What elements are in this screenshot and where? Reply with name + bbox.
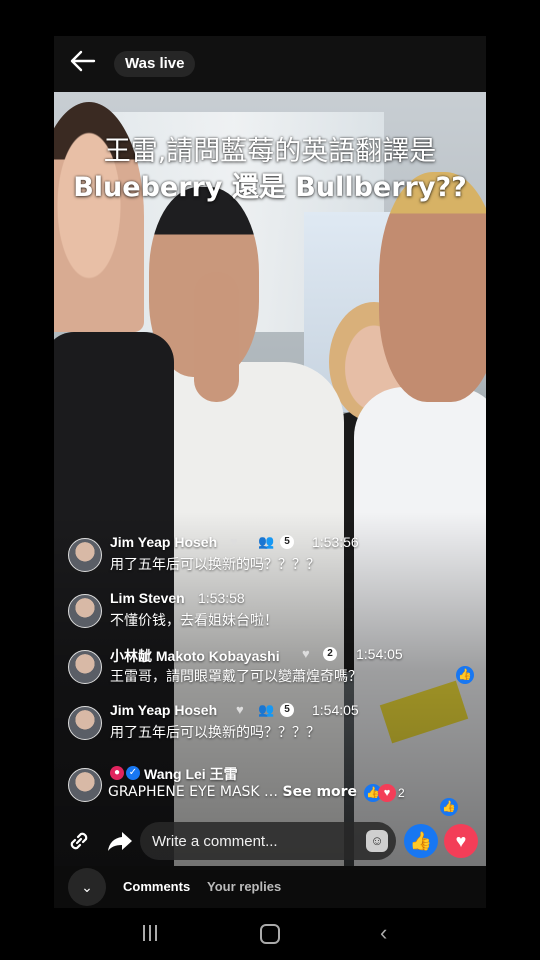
avatar[interactable] (68, 594, 102, 628)
recents-icon[interactable] (140, 924, 160, 942)
comment-time: 1:54:05 (356, 646, 403, 662)
floating-like-icon: 👍 (440, 798, 458, 816)
video-caption: 王雷,請問藍莓的英語翻譯是 Blueberry 還是 Bullberry?? (54, 134, 486, 206)
link-icon[interactable] (66, 828, 92, 854)
comment-time: 1:54:05 (312, 702, 359, 718)
avatar[interactable] (68, 706, 102, 740)
avatar[interactable] (68, 768, 102, 802)
reaction-count: 2 (398, 786, 405, 800)
comment-item[interactable]: Jim Yeap Hoseh ♥ 👥 5 1:53:56 用了五年后可以换新的吗… (68, 534, 448, 586)
comment-input[interactable] (140, 822, 396, 860)
tab-comments[interactable]: Comments (123, 879, 190, 894)
fan-badge-icon: 👥 (258, 702, 275, 717)
comment-author[interactable]: 小林龇 Makoto Kobayashi (110, 646, 280, 666)
top-bar: Was live (54, 36, 486, 92)
comment-author[interactable]: Jim Yeap Hoseh (110, 534, 217, 550)
love-icon[interactable]: ♥ (444, 824, 478, 858)
comment-item[interactable]: 小林龇 Makoto Kobayashi ♥ 2 1:54:05 王雷哥，請問眼… (68, 646, 448, 698)
android-nav-bar: ‹ (0, 908, 540, 960)
back-arrow-icon[interactable] (68, 48, 98, 74)
caption-line-1: 王雷,請問藍莓的英語翻譯是 (103, 136, 437, 167)
comment-text: 用了五年后可以换新的吗？？？？ (110, 557, 320, 573)
comment-author[interactable]: Jim Yeap Hoseh (110, 702, 217, 718)
comment-time: 1:53:56 (312, 534, 359, 550)
floating-like-icon: 👍 (456, 666, 474, 684)
comment-text: 不懂价钱，去看姐妹台啦！ (110, 613, 278, 629)
heart-icon: ♥ (236, 702, 244, 717)
sticker-icon[interactable]: ☺ (366, 830, 388, 852)
host-badge-icon: ● (110, 766, 124, 780)
was-live-badge: Was live (114, 51, 196, 77)
comment-text: 王雷哥，請問眼罩戴了可以變蕭煌奇嗎？ (110, 669, 362, 685)
comment-time: 1:53:58 (198, 590, 245, 606)
phone-screen: Was live 王雷,請問藍莓的英語翻譯是 Blueberry 還是 Bull… (54, 36, 486, 908)
see-more-link[interactable]: See more (283, 784, 358, 800)
level-badge: 5 (280, 535, 294, 549)
comments-tabs: ⌄ Comments Your replies (54, 866, 486, 908)
comment-author[interactable]: Lim Steven (110, 590, 185, 606)
fan-badge-icon: 👥 (258, 534, 275, 549)
like-icon[interactable]: 👍 (404, 824, 438, 858)
level-badge: 2 (323, 647, 337, 661)
comment-item[interactable]: Jim Yeap Hoseh ♥ 👥 5 1:54:05 用了五年后可以换新的吗… (68, 702, 448, 754)
comment-item[interactable]: ● ✓ Wang Lei 王雷 GRAPHENE EYE MASK … See … (68, 764, 468, 816)
raised-finger (194, 272, 239, 402)
chevron-down-icon[interactable]: ⌄ (68, 868, 106, 906)
level-badge: 5 (280, 703, 294, 717)
heart-icon: ♥ (302, 646, 310, 661)
home-icon[interactable] (260, 924, 280, 944)
comment-text-body: GRAPHENE EYE MASK … (108, 784, 279, 800)
tab-your-replies[interactable]: Your replies (207, 879, 281, 894)
comment-text: GRAPHENE EYE MASK … See more (108, 784, 357, 800)
caption-line-2: Blueberry 還是 Bullberry?? (73, 172, 467, 203)
verified-icon: ✓ (126, 766, 140, 780)
comment-text: 用了五年后可以换新的吗？？？？ (110, 725, 320, 741)
heart-icon: ♥ (230, 534, 238, 549)
love-reaction-icon: ♥ (378, 784, 396, 802)
comment-author[interactable]: Wang Lei 王雷 (144, 764, 238, 784)
comment-item[interactable]: Lim Steven 1:53:58 不懂价钱，去看姐妹台啦！ (68, 590, 448, 642)
avatar[interactable] (68, 538, 102, 572)
share-icon[interactable] (106, 828, 134, 854)
avatar[interactable] (68, 650, 102, 684)
comment-composer: ☺ 👍 ♥ (54, 816, 486, 866)
man-right-head (379, 172, 486, 402)
back-icon[interactable]: ‹ (380, 922, 400, 944)
